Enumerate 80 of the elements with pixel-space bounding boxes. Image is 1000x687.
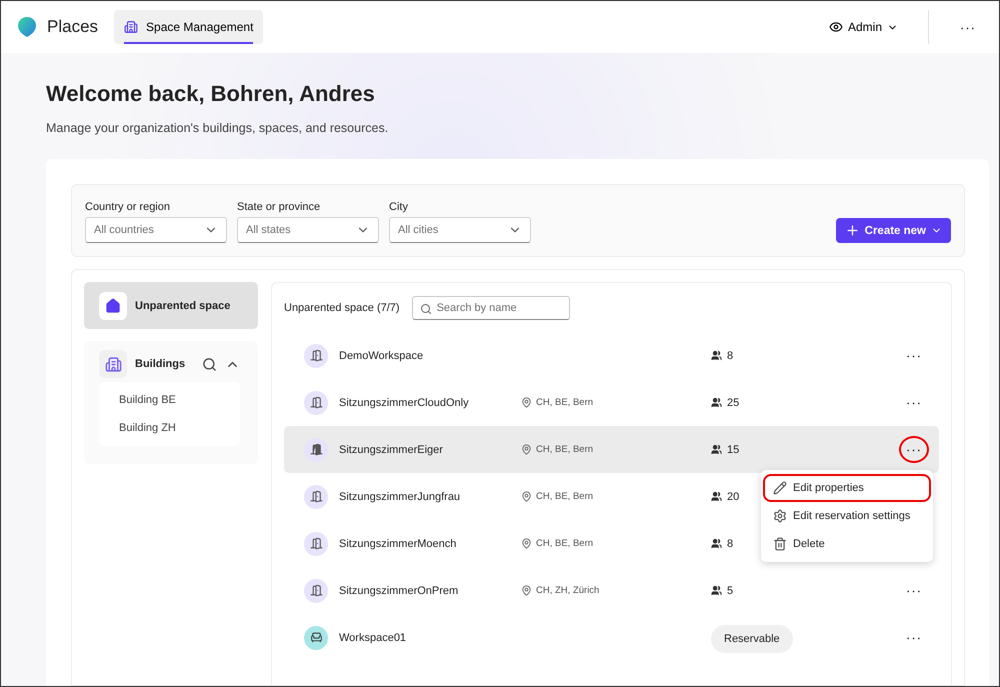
location-pin-icon (521, 491, 532, 502)
location-pin-icon (521, 397, 532, 408)
nav-tab[interactable]: Space Management (114, 10, 264, 44)
menu-item[interactable]: Edit properties (763, 474, 931, 502)
people-icon (711, 585, 722, 596)
filter-label: City (389, 201, 409, 213)
space-name: SitzungszimmerOnPrem (339, 584, 460, 596)
space-name: Workspace01 (339, 632, 408, 644)
more-button[interactable]: ··· (899, 342, 929, 369)
capacity-text: 15 (727, 444, 740, 456)
list-row[interactable]: SitzungszimmerJungfrau CH, BE, Bern 20 (284, 473, 761, 520)
plus-icon (844, 223, 860, 238)
space-name: DemoWorkspace (339, 350, 424, 362)
list-row[interactable]: Workspace01 Reservable ··· (284, 614, 939, 661)
building-icon (104, 356, 122, 372)
menu-item[interactable]: Delete (763, 530, 931, 558)
filter-dropdown[interactable]: All countries (85, 217, 227, 243)
location-text: CH, BE, Bern (536, 397, 594, 408)
app-logo (17, 16, 37, 38)
menu-item[interactable]: Edit reservation settings (763, 502, 931, 530)
people-icon (711, 350, 722, 361)
location-pin-icon (521, 538, 532, 549)
trash-icon (773, 537, 787, 551)
capacity-text: 20 (727, 490, 740, 502)
settings-icon (773, 509, 787, 523)
capacity-text: 8 (727, 538, 734, 550)
capacity-text: 5 (727, 584, 734, 596)
door-icon (310, 584, 322, 597)
people-icon (711, 444, 722, 455)
more-button[interactable]: ··· (899, 624, 929, 651)
people-icon (711, 397, 722, 408)
page-subtitle: Manage your organization's buildings, spaces, and resources. (46, 121, 390, 135)
filter-dropdown[interactable]: All states (237, 217, 379, 243)
more-button[interactable]: ··· (953, 14, 983, 40)
filter-label: State or province (237, 201, 322, 213)
people-icon (711, 491, 722, 502)
reservable-tag: Reservable (711, 624, 793, 652)
user-menu[interactable]: Admin (822, 16, 904, 38)
door-icon (310, 349, 322, 362)
people-icon (711, 538, 722, 549)
building-item[interactable]: Building ZH (99, 414, 240, 442)
door-icon (310, 443, 322, 456)
building-icon (124, 20, 138, 34)
space-name: SitzungszimmerJungfrau (339, 490, 462, 502)
pencil-icon (773, 481, 787, 495)
buildings-label: Buildings (135, 358, 186, 370)
location-text: CH, BE, Bern (536, 491, 594, 502)
space-name: SitzungszimmerEiger (339, 444, 444, 456)
door-icon (310, 537, 322, 550)
more-button[interactable]: ··· (899, 577, 929, 604)
capacity-text: 8 (727, 350, 734, 362)
more-button[interactable]: ··· (899, 436, 929, 463)
app-name: Places (47, 17, 98, 37)
filter-label: Country or region (85, 201, 171, 213)
search-field[interactable]: Search by name (412, 296, 570, 320)
desk-icon (310, 631, 322, 644)
door-icon (310, 490, 322, 503)
location-text: CH, BE, Bern (536, 444, 594, 455)
sidebar-item[interactable]: Unparented space (84, 282, 258, 329)
house-icon (105, 298, 121, 314)
list-heading: Unparented space (7/7) (284, 302, 400, 314)
filter-dropdown[interactable]: All cities (389, 217, 531, 243)
search-icon[interactable] (202, 356, 217, 372)
capacity-text: 25 (727, 396, 740, 408)
page-title: Welcome back, Bohren, Andres (46, 81, 376, 107)
space-name: SitzungszimmerMoench (339, 538, 458, 550)
location-text: CH, BE, Bern (536, 538, 594, 549)
location-text: CH, ZH, Zürich (536, 585, 600, 596)
location-pin-icon (521, 585, 532, 596)
more-button[interactable]: ··· (899, 389, 929, 416)
search-icon (420, 303, 432, 315)
location-pin-icon (521, 444, 532, 455)
eye-icon (828, 20, 843, 34)
space-name: SitzungszimmerCloudOnly (339, 396, 470, 408)
list-row[interactable]: SitzungszimmerCloudOnly CH, BE, Bern 25 ··· (284, 379, 939, 426)
door-icon (310, 396, 322, 409)
list-row[interactable]: DemoWorkspace 8 ··· (284, 332, 939, 379)
list-row[interactable]: SitzungszimmerOnPrem CH, ZH, Zürich 5 ··· (284, 567, 939, 614)
create-new-button[interactable]: Create new (836, 218, 951, 243)
building-item[interactable]: Building BE (99, 386, 240, 414)
